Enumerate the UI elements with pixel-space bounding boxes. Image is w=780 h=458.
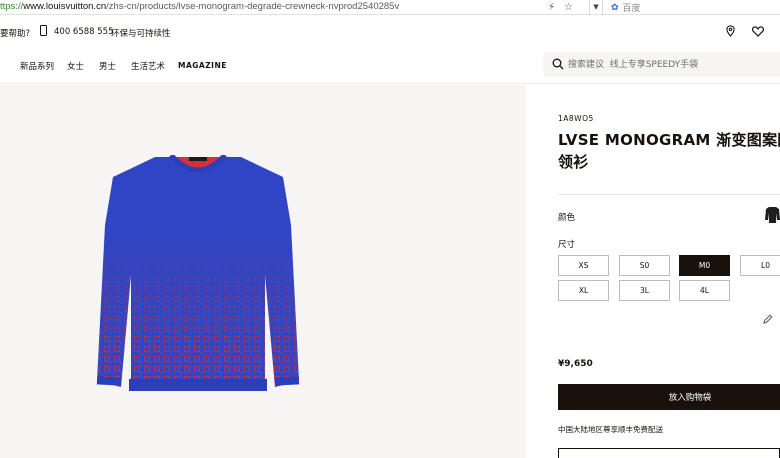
chevron-down-icon[interactable]: ▼ xyxy=(589,0,603,15)
size-option-xs[interactable]: XS xyxy=(558,255,609,276)
nav-item-living[interactable]: 生活艺术 xyxy=(131,60,165,72)
paw-icon: ✿ xyxy=(611,2,619,13)
color-label: 颜色 xyxy=(558,213,576,223)
shipping-note: 中国大陆地区尊享顺丰免费配送 xyxy=(558,425,663,434)
search-icon xyxy=(552,58,564,70)
sweater-image[interactable] xyxy=(93,155,303,405)
sustainability-link[interactable]: 环保与可持续性 xyxy=(111,27,171,39)
utility-bar: 要帮助? 400 6588 555 环保与可持续性 xyxy=(0,16,780,46)
nav-item-men[interactable]: 男士 xyxy=(99,60,116,72)
star-icon[interactable]: ☆ xyxy=(564,2,573,13)
add-to-cart-button[interactable]: 放入购物袋 xyxy=(558,384,780,410)
browser-address-bar[interactable]: ttps://www.louisvuitton.cn/zhs-cn/produc… xyxy=(0,0,780,15)
lightning-icon[interactable]: ⚡ xyxy=(548,2,555,13)
browser-search-field[interactable]: ✿ 百度 xyxy=(607,0,780,15)
add-to-cart-label: 放入购物袋 xyxy=(668,393,712,403)
url-protocol: ttps:// xyxy=(0,1,24,12)
search-input[interactable] xyxy=(568,57,768,72)
nav-item-women[interactable]: 女士 xyxy=(67,60,84,72)
phone-icon xyxy=(40,25,47,36)
browser-search-placeholder: 百度 xyxy=(622,4,641,14)
product-price: ¥9,650 xyxy=(558,359,593,369)
url-path: /zhs-cn/products/lvse-monogram-degrade-c… xyxy=(106,1,400,12)
url-domain: www.louisvuitton.cn xyxy=(23,1,107,12)
size-option-l[interactable]: L0 xyxy=(740,255,780,276)
size-label: 尺寸 xyxy=(558,240,576,250)
product-sku: 1A8WO5 xyxy=(558,114,594,123)
phone-number[interactable]: 400 6588 555 xyxy=(54,27,113,37)
size-option-3l[interactable]: 3L xyxy=(619,280,670,301)
product-panel: 1A8WO5 LVSE MONOGRAM 渐变图案圆领衫 颜色 尺寸 XS S0… xyxy=(526,85,780,458)
size-option-xl[interactable]: XL xyxy=(558,280,609,301)
secondary-action-button[interactable] xyxy=(558,448,780,458)
help-link[interactable]: 要帮助? xyxy=(0,27,30,39)
divider xyxy=(558,194,780,195)
size-option-m-selected[interactable]: M0 xyxy=(679,255,730,276)
site-search[interactable] xyxy=(543,52,780,77)
color-swatch-thumbnail[interactable] xyxy=(765,206,780,224)
url-text[interactable]: ttps://www.louisvuitton.cn/zhs-cn/produc… xyxy=(0,1,399,12)
nav-item-new[interactable]: 新品系列 xyxy=(20,60,54,72)
size-option-4l[interactable]: 4L xyxy=(679,280,730,301)
pencil-icon[interactable] xyxy=(763,314,773,324)
location-pin-icon[interactable] xyxy=(726,25,735,37)
product-title: LVSE MONOGRAM 渐变图案圆领衫 xyxy=(558,131,780,171)
heart-icon[interactable] xyxy=(752,26,764,37)
size-option-s[interactable]: S0 xyxy=(619,255,670,276)
nav-item-magazine[interactable]: MAGAZINE xyxy=(178,61,227,70)
main-nav: 新品系列 女士 男士 生活艺术 MAGAZINE xyxy=(0,46,780,84)
product-image-area xyxy=(0,85,526,458)
